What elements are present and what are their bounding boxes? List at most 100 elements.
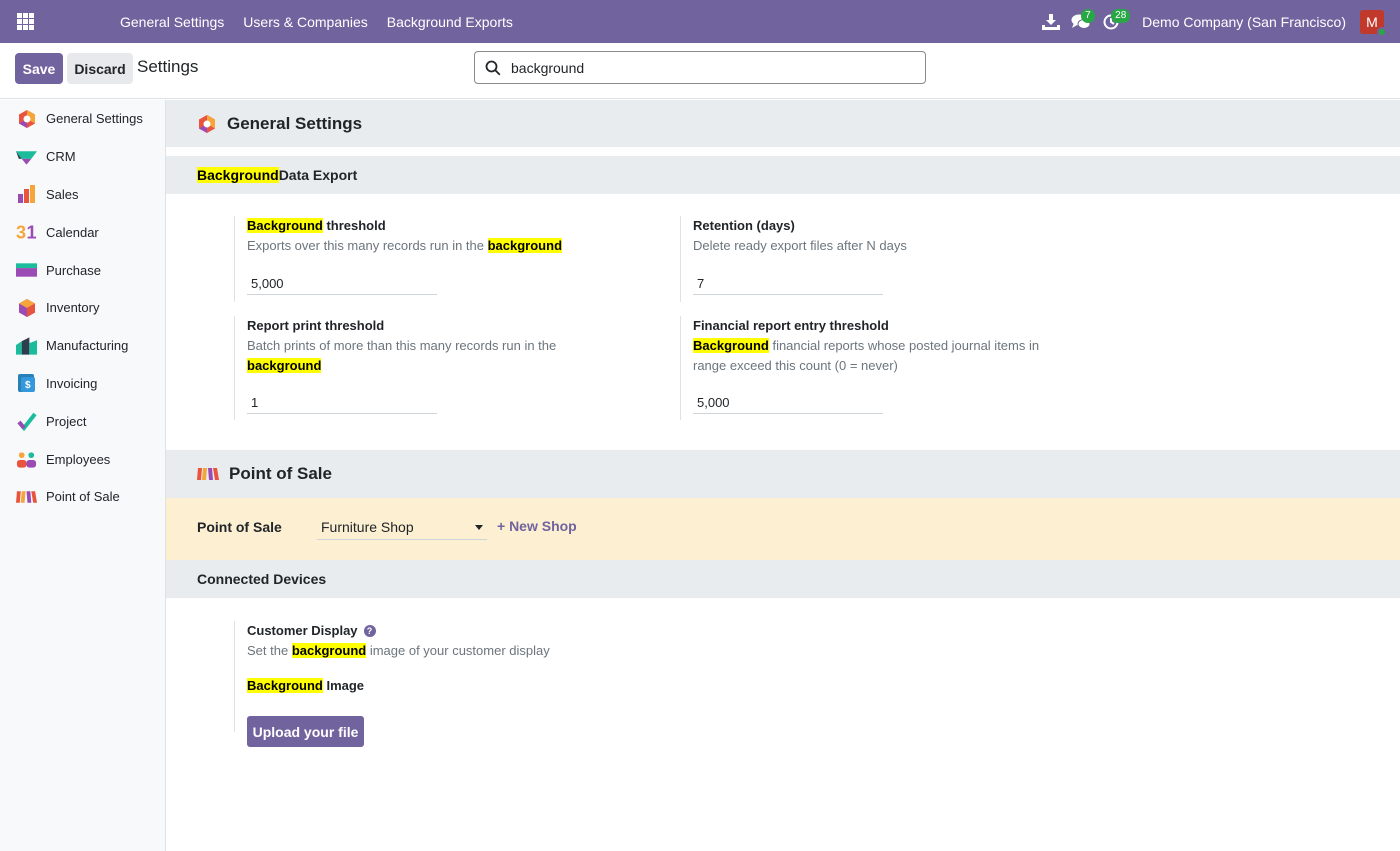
- setting-background-threshold: Background threshold Exports over this m…: [234, 216, 634, 302]
- setting-title: Retention (days): [693, 218, 795, 233]
- pos-shop-select[interactable]: Furniture Shop: [317, 516, 487, 540]
- financial-report-threshold-input[interactable]: 5,000: [693, 392, 883, 414]
- sales-icon: [16, 184, 37, 205]
- discard-button[interactable]: Discard: [67, 53, 133, 84]
- breadcrumb: Settings: [137, 57, 199, 76]
- setting-customer-display: Customer Display? Set the background ima…: [234, 621, 734, 747]
- caret-down-icon: [475, 525, 483, 530]
- sidebar-item-crm[interactable]: CRM: [0, 138, 165, 176]
- setting-report-print-threshold: Report print threshold Batch prints of m…: [234, 316, 634, 420]
- sidebar-item-general-settings[interactable]: General Settings: [0, 100, 165, 138]
- sidebar-item-sales[interactable]: Sales: [0, 176, 165, 214]
- new-shop-button[interactable]: + New Shop: [497, 518, 577, 534]
- section-connected-devices: Connected Devices: [166, 560, 1400, 598]
- download-icon[interactable]: [1036, 0, 1066, 43]
- setting-retention-days: Retention (days) Delete ready export fil…: [680, 216, 1080, 302]
- sidebar-item-label: Purchase: [46, 262, 101, 278]
- project-icon: [16, 411, 37, 432]
- purchase-icon: [16, 260, 37, 281]
- sidebar-item-invoicing[interactable]: $ Invoicing: [0, 365, 165, 403]
- svg-text:$: $: [25, 380, 31, 391]
- background-threshold-input[interactable]: 5,000: [247, 273, 437, 295]
- retention-days-input[interactable]: 7: [693, 273, 883, 295]
- report-print-threshold-input[interactable]: 1: [247, 392, 437, 414]
- chat-count-badge: 7: [1081, 9, 1095, 23]
- sidebar-item-label: Sales: [46, 186, 79, 202]
- inventory-icon: [16, 297, 37, 318]
- menu-general-settings[interactable]: General Settings: [120, 14, 224, 30]
- setting-title: Report print threshold: [247, 318, 385, 333]
- online-status-icon: [1377, 26, 1387, 37]
- help-icon[interactable]: ?: [363, 625, 376, 637]
- highlight: Background: [247, 678, 323, 693]
- highlight: Background: [197, 167, 279, 183]
- crm-icon: [16, 146, 37, 167]
- sidebar-item-project[interactable]: Project: [0, 402, 165, 440]
- sidebar-item-employees[interactable]: Employees: [0, 440, 165, 478]
- general-settings-icon: [199, 114, 215, 133]
- save-button[interactable]: Save: [15, 53, 63, 84]
- settings-sidebar: General Settings CRM Sales 31 Calendar P…: [0, 100, 166, 851]
- sidebar-item-point-of-sale[interactable]: Point of Sale: [0, 478, 165, 516]
- selected-shop: Furniture Shop: [321, 519, 414, 535]
- activity-clock-icon[interactable]: 28: [1096, 0, 1131, 43]
- app-title: Point of Sale: [229, 464, 332, 483]
- manufacturing-icon: [16, 335, 37, 356]
- sidebar-item-inventory[interactable]: Inventory: [0, 289, 165, 327]
- sidebar-item-label: Calendar: [46, 224, 99, 240]
- point-of-sale-header: Point of Sale: [166, 450, 1400, 498]
- top-menu: General Settings Users & Companies Backg…: [120, 0, 532, 43]
- sidebar-item-label: CRM: [46, 149, 76, 165]
- svg-text:1: 1: [27, 223, 37, 242]
- point-of-sale-icon: [16, 486, 37, 507]
- company-switcher[interactable]: Demo Company (San Francisco): [1142, 14, 1346, 30]
- menu-background-exports[interactable]: Background Exports: [387, 14, 513, 30]
- sidebar-item-manufacturing[interactable]: Manufacturing: [0, 327, 165, 365]
- setting-description: Set the: [247, 643, 292, 658]
- field-label: Image: [322, 678, 365, 693]
- highlight: background: [247, 358, 322, 373]
- sidebar-item-label: Project: [46, 413, 87, 429]
- search-box[interactable]: [474, 51, 926, 84]
- systray: 7 28 Demo Company (San Francisco) M: [1036, 0, 1400, 43]
- sidebar-item-label: General Settings: [46, 111, 143, 127]
- section-title: Connected Devices: [197, 571, 327, 587]
- employees-icon: [16, 449, 37, 470]
- menu-users-companies[interactable]: Users & Companies: [243, 14, 368, 30]
- highlight: background: [291, 643, 367, 658]
- sidebar-item-purchase[interactable]: Purchase: [0, 251, 165, 289]
- user-avatar[interactable]: M: [1360, 9, 1387, 37]
- svg-text:3: 3: [16, 223, 26, 242]
- calendar-icon: 31: [16, 222, 37, 243]
- control-panel: Save Discard Settings: [0, 43, 1400, 99]
- pos-label: Point of Sale: [197, 519, 282, 535]
- top-navbar: General Settings Users & Companies Backg…: [0, 0, 1400, 43]
- general-settings-header: General Settings: [166, 100, 1400, 147]
- upload-file-button[interactable]: Upload your file: [247, 716, 364, 747]
- setting-title: threshold: [322, 218, 386, 233]
- pos-selector-row: Point of Sale Furniture Shop + New Shop: [166, 498, 1400, 560]
- section-background-data-export: Background Data Export: [166, 156, 1400, 194]
- setting-description: Batch prints of more than this many reco…: [247, 338, 557, 353]
- highlight: Background: [247, 218, 323, 233]
- setting-title: Financial report entry threshold: [693, 318, 889, 333]
- setting-description: Delete ready export files after N days: [693, 238, 907, 253]
- setting-financial-report-threshold: Financial report entry threshold Backgro…: [680, 316, 1080, 420]
- chat-icon[interactable]: 7: [1066, 0, 1096, 43]
- sidebar-item-label: Point of Sale: [46, 489, 120, 505]
- point-of-sale-icon: [197, 468, 219, 480]
- sidebar-item-calendar[interactable]: 31 Calendar: [0, 213, 165, 251]
- general-settings-icon: [16, 108, 37, 129]
- highlight: background: [487, 238, 563, 253]
- sidebar-item-label: Employees: [46, 451, 111, 467]
- avatar-letter: M: [1366, 13, 1378, 30]
- search-icon: [485, 60, 501, 75]
- search-input[interactable]: [511, 59, 911, 76]
- setting-description: Exports over this many records run in th…: [247, 238, 488, 253]
- apps-menu-icon[interactable]: [17, 13, 34, 30]
- invoicing-icon: $: [16, 373, 37, 394]
- sidebar-item-label: Manufacturing: [46, 338, 129, 354]
- section-title-rest: Data Export: [278, 167, 358, 183]
- highlight: Background: [693, 338, 769, 353]
- setting-title: Customer Display: [247, 623, 358, 638]
